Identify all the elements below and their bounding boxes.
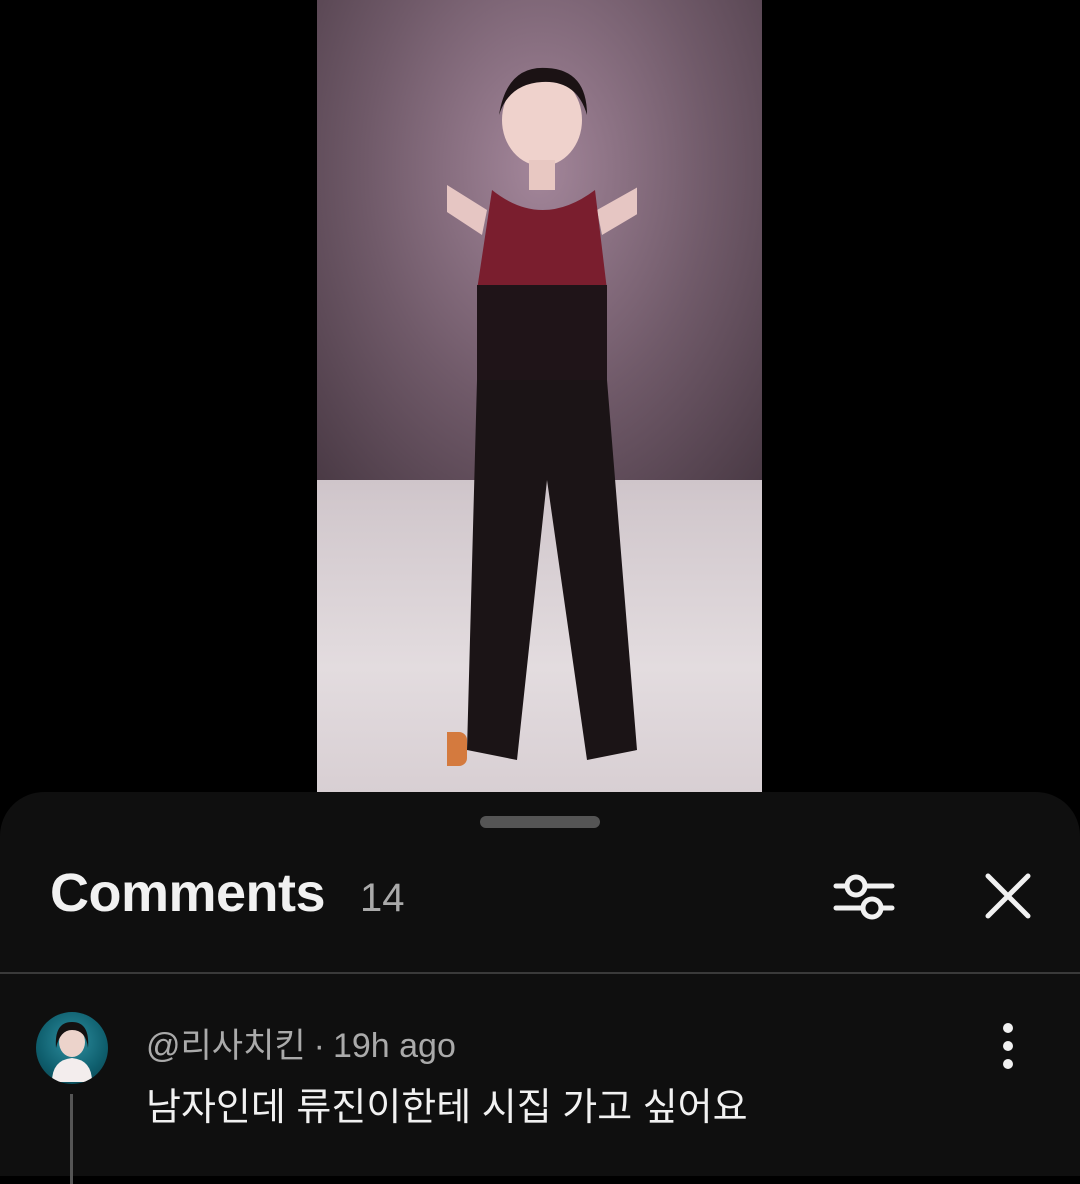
comments-sheet: Comments 14 @리사치킨 · 19h ago 남자인데 류진이한테 시… <box>0 792 1080 1184</box>
comments-header: Comments 14 <box>0 852 1080 942</box>
drag-handle[interactable] <box>480 816 600 828</box>
meta-separator: · <box>313 1027 325 1065</box>
avatar-image <box>52 1022 92 1082</box>
close-icon <box>985 873 1031 919</box>
close-button[interactable] <box>972 860 1044 932</box>
avatar[interactable] <box>36 1012 108 1084</box>
comment-time: 19h ago <box>332 1027 456 1065</box>
comment-menu-button[interactable] <box>984 1014 1032 1078</box>
comment-item: @리사치킨 · 19h ago 남자인데 류진이한테 시집 가고 싶어요 <box>0 1006 1080 1184</box>
more-vertical-icon <box>1003 1023 1013 1069</box>
comments-count: 14 <box>360 876 405 920</box>
video-player[interactable] <box>0 0 1080 800</box>
thread-line <box>70 1094 73 1184</box>
comments-title: Comments <box>50 863 326 923</box>
comment-author[interactable]: @리사치킨 <box>146 1027 306 1065</box>
sliders-icon <box>833 874 895 920</box>
performer-image <box>447 67 637 766</box>
comment-text: 남자인데 류진이한테 시집 가고 싶어요 <box>146 1087 748 1129</box>
sort-filter-button[interactable] <box>828 860 900 932</box>
video-frame[interactable] <box>317 0 762 792</box>
comment-meta: @리사치킨 · 19h ago <box>146 1018 456 1067</box>
header-divider <box>0 972 1080 974</box>
